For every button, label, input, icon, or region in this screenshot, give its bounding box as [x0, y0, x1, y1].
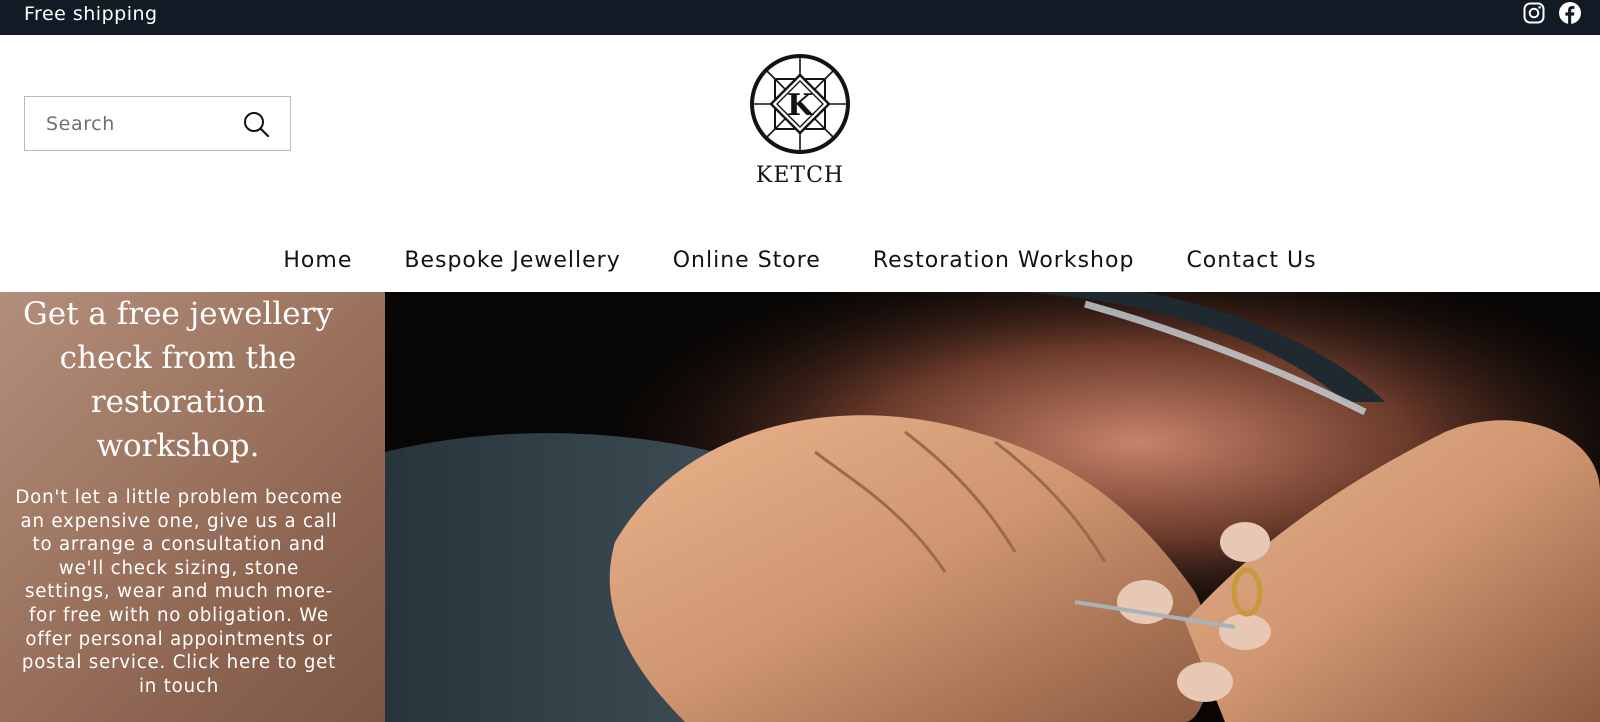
site-logo[interactable]: K KETCH	[745, 53, 855, 193]
hero-description: Don't let a little problem become an exp…	[14, 486, 344, 698]
logo-wordmark: KETCH	[755, 163, 845, 188]
nav-item-online-store[interactable]: Online Store	[647, 248, 847, 273]
nav-item-contact-us[interactable]: Contact Us	[1160, 248, 1342, 273]
hero-image	[385, 292, 1600, 722]
site-header: K KETCH Home Bespoke Jewellery Online St…	[0, 35, 1600, 292]
announcement-bar: Free shipping	[0, 0, 1600, 35]
search-icon[interactable]	[242, 110, 270, 138]
nav-item-restoration-workshop[interactable]: Restoration Workshop	[847, 248, 1161, 273]
hero-body-text: Don't let a little problem become an exp…	[15, 487, 343, 674]
social-links	[1522, 1, 1582, 25]
logo-emblem: K	[750, 54, 850, 154]
logo-letter: K	[787, 88, 814, 123]
main-navigation: Home Bespoke Jewellery Online Store Rest…	[0, 235, 1600, 285]
instagram-icon[interactable]	[1522, 1, 1546, 25]
hero-text-panel: Get a free jewellery check from the rest…	[0, 292, 385, 722]
hero-contact-link[interactable]: Click here to get in touch	[139, 652, 336, 697]
nav-item-home[interactable]: Home	[257, 248, 378, 273]
nav-item-bespoke-jewellery[interactable]: Bespoke Jewellery	[378, 248, 646, 273]
hero-banner: Get a free jewellery check from the rest…	[0, 292, 1600, 722]
search-input[interactable]	[26, 98, 226, 149]
announcement-text: Free shipping	[24, 3, 158, 25]
facebook-icon[interactable]	[1558, 1, 1582, 25]
hero-title: Get a free jewellery check from the rest…	[23, 296, 333, 464]
search-form	[24, 96, 291, 151]
